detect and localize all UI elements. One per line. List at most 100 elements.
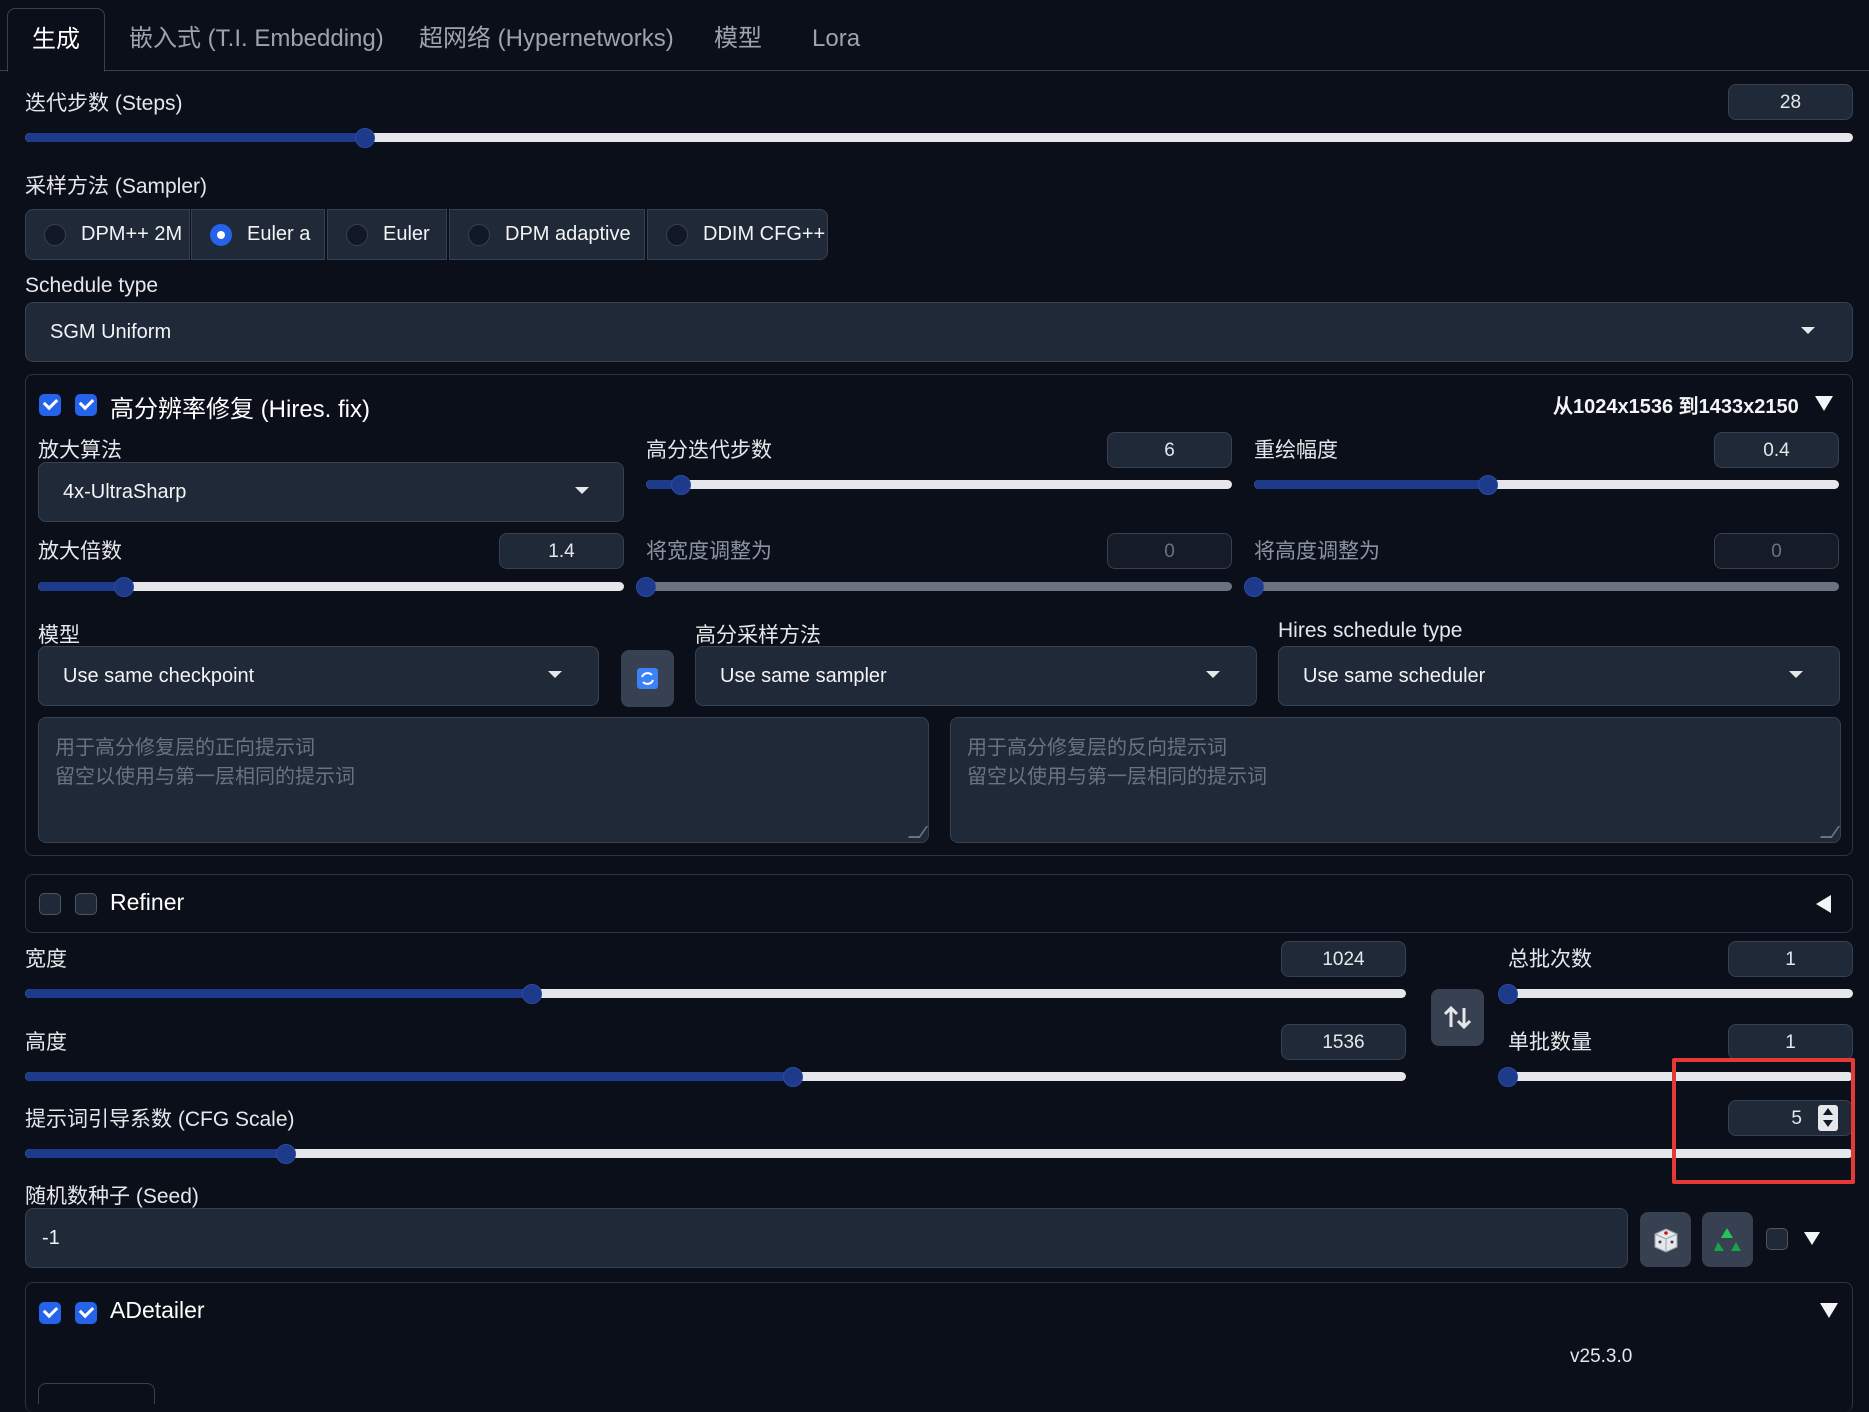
batch-size-slider-thumb[interactable] — [1498, 1066, 1518, 1087]
radio-circle[interactable] — [468, 224, 490, 246]
reuse-seed-button[interactable] — [1702, 1212, 1753, 1267]
hires-steps-slider-thumb[interactable] — [671, 474, 692, 495]
hires-sampler-dropdown[interactable]: Use same sampler — [695, 646, 1257, 706]
hires-steps-input[interactable]: 6 — [1107, 432, 1232, 468]
width-label: 宽度 — [25, 948, 67, 971]
resize-width-slider — [636, 576, 1232, 597]
upscale-by-slider[interactable] — [38, 576, 624, 597]
resize-width-input: 0 — [1107, 533, 1232, 569]
upscaler-value: 4x-UltraSharp — [63, 481, 187, 503]
batch-size-input[interactable]: 1 — [1728, 1024, 1853, 1060]
cfg-scale-slider-thumb[interactable] — [276, 1143, 297, 1164]
steps-label: 迭代步数 (Steps) — [25, 92, 183, 115]
resize-handle[interactable] — [907, 826, 929, 838]
tab-checkpoints[interactable]: 模型 — [714, 8, 762, 70]
radio-label: DDIM CFG++ — [703, 223, 826, 245]
radio-label: DPM++ 2M — [81, 223, 183, 245]
denoise-slider-fill — [1254, 480, 1488, 489]
random-seed-button[interactable] — [1640, 1212, 1691, 1267]
seed-extra-toggle-icon[interactable] — [1804, 1232, 1820, 1245]
adetailer-title[interactable]: ADetailer — [110, 1297, 205, 1324]
recycle-icon — [1714, 1228, 1741, 1251]
sampler-option-dpmpp-2m[interactable]: DPM++ 2M — [25, 209, 190, 260]
batch-count-input[interactable]: 1 — [1728, 941, 1853, 977]
radio-label: Euler a — [247, 223, 311, 245]
hires-steps-slider[interactable] — [646, 474, 1232, 495]
height-label: 高度 — [25, 1031, 67, 1054]
highlight-box — [1672, 1058, 1855, 1184]
width-input[interactable]: 1024 — [1281, 941, 1406, 977]
adetailer-tab-partial[interactable] — [38, 1383, 155, 1404]
upscaler-dropdown[interactable]: 4x-UltraSharp — [38, 462, 624, 522]
sampler-option-euler[interactable]: Euler — [327, 209, 447, 260]
refresh-button[interactable] — [621, 650, 674, 707]
swap-dimensions-button[interactable] — [1431, 989, 1484, 1046]
refiner-enable-checkbox[interactable] — [39, 893, 61, 915]
dice-icon — [1654, 1228, 1678, 1253]
steps-slider-fill — [25, 133, 365, 142]
width-slider-fill — [25, 989, 532, 998]
resize-handle[interactable] — [1819, 826, 1841, 838]
hires-fix-enable-checkbox[interactable] — [39, 394, 61, 416]
seed-label: 随机数种子 (Seed) — [25, 1185, 199, 1208]
height-slider[interactable] — [25, 1066, 1406, 1087]
radio-circle[interactable] — [44, 224, 66, 246]
upscale-by-label: 放大倍数 — [38, 540, 122, 563]
batch-count-slider[interactable] — [1498, 983, 1853, 1004]
hires-sampler-label: 高分采样方法 — [695, 624, 821, 647]
steps-slider-thumb[interactable] — [355, 127, 375, 148]
upscale-by-slider-fill — [38, 582, 124, 591]
hires-fix-checkbox[interactable] — [75, 394, 97, 416]
denoise-slider[interactable] — [1254, 474, 1839, 495]
denoise-slider-thumb[interactable] — [1478, 474, 1498, 495]
tab-lora[interactable]: Lora — [812, 8, 860, 70]
cfg-scale-slider[interactable] — [25, 1143, 1853, 1164]
denoise-label: 重绘幅度 — [1254, 439, 1338, 462]
adetailer-checkbox[interactable] — [75, 1302, 97, 1324]
hires-fix-title[interactable]: 高分辨率修复 (Hires. fix) — [110, 389, 370, 424]
steps-input[interactable]: 28 — [1728, 84, 1853, 120]
refiner-title[interactable]: Refiner — [110, 889, 184, 916]
adetailer-version: v25.3.0 — [1570, 1346, 1633, 1367]
check-icon — [78, 1302, 95, 1319]
height-slider-thumb[interactable] — [782, 1066, 803, 1087]
hires-negative-prompt-textarea[interactable]: 用于高分修复层的反向提示词 留空以使用与第一层相同的提示词 — [950, 717, 1841, 843]
collapse-triangle-icon[interactable] — [1820, 1303, 1838, 1318]
upscale-by-slider-thumb[interactable] — [113, 576, 134, 597]
hires-schedule-dropdown[interactable]: Use same scheduler — [1278, 646, 1840, 706]
tab-embedding[interactable]: 嵌入式 (T.I. Embedding) — [129, 8, 384, 70]
seed-extra-checkbox[interactable] — [1766, 1228, 1788, 1250]
width-slider-thumb[interactable] — [521, 983, 542, 1004]
chevron-down-icon — [1206, 671, 1220, 678]
width-slider[interactable] — [25, 983, 1406, 1004]
collapse-triangle-icon[interactable] — [1815, 396, 1833, 411]
sampler-option-ddim-cfgpp[interactable]: DDIM CFG++ — [647, 209, 828, 260]
tab-generate[interactable]: 生成 — [7, 8, 105, 72]
batch-count-slider-thumb[interactable] — [1498, 983, 1518, 1004]
steps-slider[interactable] — [25, 127, 1853, 148]
resize-height-slider-thumb — [1244, 576, 1264, 597]
radio-circle[interactable] — [346, 224, 368, 246]
upscale-by-input[interactable]: 1.4 — [499, 533, 624, 569]
hires-prompt-placeholder: 用于高分修复层的正向提示词 留空以使用与第一层相同的提示词 — [55, 737, 355, 788]
radio-circle[interactable] — [666, 224, 688, 246]
schedule-type-dropdown[interactable]: SGM Uniform — [25, 302, 1853, 362]
chevron-down-icon — [1801, 327, 1815, 334]
adetailer-enable-checkbox[interactable] — [39, 1302, 61, 1324]
expand-triangle-icon[interactable] — [1816, 895, 1831, 913]
radio-circle-selected[interactable] — [210, 224, 232, 246]
resize-width-label: 将宽度调整为 — [646, 540, 772, 563]
height-input[interactable]: 1536 — [1281, 1024, 1406, 1060]
sampler-option-dpm-adaptive[interactable]: DPM adaptive — [449, 209, 645, 260]
schedule-type-value: SGM Uniform — [50, 321, 172, 343]
refiner-checkbox[interactable] — [75, 893, 97, 915]
seed-input[interactable]: -1 — [25, 1208, 1628, 1268]
denoise-input[interactable]: 0.4 — [1714, 432, 1839, 468]
resize-width-slider-thumb — [636, 576, 656, 597]
tab-hypernetworks[interactable]: 超网络 (Hypernetworks) — [419, 8, 674, 70]
hires-schedule-label: Hires schedule type — [1278, 619, 1463, 642]
hires-prompt-textarea[interactable]: 用于高分修复层的正向提示词 留空以使用与第一层相同的提示词 — [38, 717, 929, 843]
sampler-option-euler-a[interactable]: Euler a — [191, 209, 325, 260]
hires-negative-prompt-placeholder: 用于高分修复层的反向提示词 留空以使用与第一层相同的提示词 — [967, 737, 1267, 788]
hires-checkpoint-dropdown[interactable]: Use same checkpoint — [38, 646, 599, 706]
